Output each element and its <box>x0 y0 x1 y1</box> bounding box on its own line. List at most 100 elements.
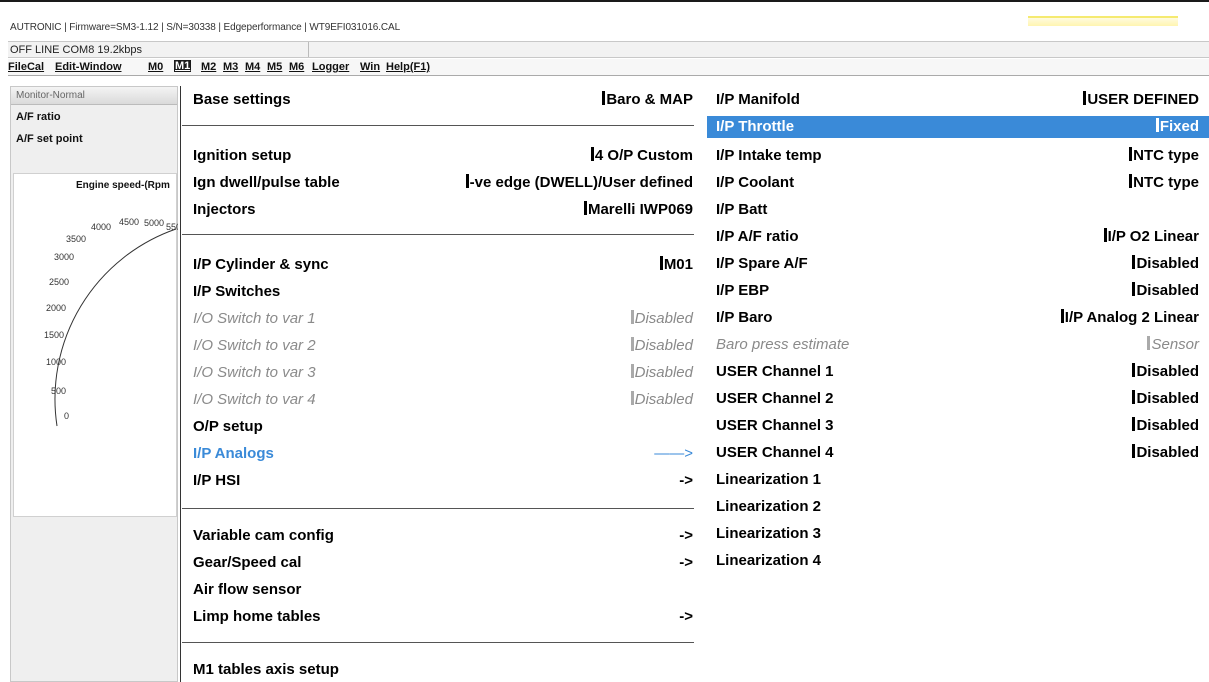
menu-m6[interactable]: M6 <box>289 61 304 73</box>
menu-item-baro-press-estimate[interactable]: Baro press estimate Sensor <box>716 334 1199 356</box>
menu-item-value: Disabled <box>1132 415 1199 437</box>
title-highlight <box>1028 16 1178 26</box>
menu-item-value: 4 O/P Custom <box>590 145 693 167</box>
menu-m5[interactable]: M5 <box>267 61 282 73</box>
menu-item-value-text: -> <box>679 554 693 571</box>
menu-item-i-p-intake-temp[interactable]: I/P Intake temp NTC type <box>716 145 1199 167</box>
menu-item-value: Fixed <box>1155 116 1199 138</box>
title-bar: AUTRONIC | Firmware=SM3-1.12 | S/N=30338… <box>0 2 1209 39</box>
value-marker <box>602 91 606 105</box>
gauge-tick-label: 2500 <box>49 277 69 287</box>
menu-filecal[interactable]: FileCal <box>8 61 44 73</box>
menu-logger[interactable]: Logger <box>312 61 349 73</box>
monitor-header: Monitor-Normal <box>11 87 177 105</box>
menu-item-label: I/P Analogs <box>193 445 274 462</box>
menu-item-i-o-switch-to-var-4[interactable]: I/O Switch to var 4 Disabled <box>193 389 693 411</box>
menu-item-value: -> <box>679 552 693 574</box>
menu-item-gear-speed-cal[interactable]: Gear/Speed cal -> <box>193 552 693 574</box>
gauge-tick-label: 2000 <box>46 303 66 313</box>
menu-item-value: -> <box>679 606 693 628</box>
value-marker <box>630 391 634 405</box>
menu-item-limp-home-tables[interactable]: Limp home tables -> <box>193 606 693 628</box>
menu-item-linearization-4[interactable]: Linearization 4 <box>716 550 1199 572</box>
menu-item-i-p-throttle[interactable]: I/P Throttle Fixed <box>716 116 1199 138</box>
menu-item-label: Injectors <box>193 201 256 218</box>
menu-item-o-p-setup[interactable]: O/P setup <box>193 416 693 438</box>
menu-m3[interactable]: M3 <box>223 61 238 73</box>
menu-m0[interactable]: M0 <box>148 61 163 73</box>
menu-item-label: I/P Manifold <box>716 91 800 108</box>
menu-m4[interactable]: M4 <box>245 61 260 73</box>
menu-item-base-settings[interactable]: Base settings Baro & MAP <box>193 89 693 111</box>
menu-item-i-o-switch-to-var-2[interactable]: I/O Switch to var 2 Disabled <box>193 335 693 357</box>
menu-item-i-p-batt[interactable]: I/P Batt <box>716 199 1199 221</box>
menu-item-air-flow-sensor[interactable]: Air flow sensor <box>193 579 693 601</box>
menu-item-linearization-3[interactable]: Linearization 3 <box>716 523 1199 545</box>
menu-item-value: Baro & MAP <box>602 89 693 111</box>
monitor-item-af-setpoint[interactable]: A/F set point <box>16 133 83 145</box>
gauge-dial: 0 500 1000 1500 2000 2500 3000 3500 4000 4500 5000… <box>44 217 178 427</box>
menu-item-label: I/O Switch to var 1 <box>193 310 316 327</box>
menu-item-value-text: USER DEFINED <box>1087 91 1199 108</box>
menu-item-user-channel-4[interactable]: USER Channel 4 Disabled <box>716 442 1199 464</box>
menu-item-value-text: ——> <box>654 445 693 462</box>
menu-item-i-p-switches[interactable]: I/P Switches <box>193 281 693 303</box>
value-marker <box>583 201 587 215</box>
menu-m1[interactable]: M1 <box>174 60 192 72</box>
menu-item-i-p-manifold[interactable]: I/P Manifold USER DEFINED <box>716 89 1199 111</box>
menu-item-value-text: Disabled <box>1136 444 1199 461</box>
menu-item-value: -> <box>679 525 693 547</box>
menu-item-label: I/P Batt <box>716 201 768 218</box>
menu-item-i-p-analogs[interactable]: I/P Analogs ——> <box>193 443 693 465</box>
menu-m2[interactable]: M2 <box>201 61 216 73</box>
menu-item-value-text: Marelli IWP069 <box>587 201 693 218</box>
menu-item-value-text: -ve edge (DWELL)/User defined <box>469 174 693 191</box>
menu-item-user-channel-1[interactable]: USER Channel 1 Disabled <box>716 361 1199 383</box>
menu-item-variable-cam-config[interactable]: Variable cam config -> <box>193 525 693 547</box>
menu-item-user-channel-3[interactable]: USER Channel 3 Disabled <box>716 415 1199 437</box>
menu-item-i-p-a-f-ratio[interactable]: I/P A/F ratio I/P O2 Linear <box>716 226 1199 248</box>
menu-item-label: Variable cam config <box>193 527 334 544</box>
menu-item-i-p-baro[interactable]: I/P Baro I/P Analog 2 Linear <box>716 307 1199 329</box>
menu-item-label: I/O Switch to var 3 <box>193 364 316 381</box>
menu-item-value-text: 4 O/P Custom <box>594 147 693 164</box>
menu-edit-window[interactable]: Edit-Window <box>55 61 122 73</box>
menu-item-value: Disabled <box>630 308 693 330</box>
menu-item-i-p-ebp[interactable]: I/P EBP Disabled <box>716 280 1199 302</box>
menu-item-value-text: Baro & MAP <box>606 91 693 108</box>
gauge-tick-label: 3000 <box>54 252 74 262</box>
status-bar: OFF LINE COM8 19.2kbps <box>8 41 1209 58</box>
menu-divider <box>182 508 694 509</box>
menu-item-value-text: M01 <box>663 256 693 273</box>
menu-item-i-o-switch-to-var-3[interactable]: I/O Switch to var 3 Disabled <box>193 362 693 384</box>
menu-item-value-text: -> <box>679 527 693 544</box>
menu-win[interactable]: Win <box>360 61 380 73</box>
menu-item-linearization-1[interactable]: Linearization 1 <box>716 469 1199 491</box>
menu-item-injectors[interactable]: Injectors Marelli IWP069 <box>193 199 693 221</box>
menu-item-value: USER DEFINED <box>1083 89 1199 111</box>
menu-item-i-p-cylinder-sync[interactable]: I/P Cylinder & sync M01 <box>193 254 693 276</box>
menu-help[interactable]: Help(F1) <box>386 61 430 73</box>
monitor-item-af-ratio[interactable]: A/F ratio <box>16 111 61 123</box>
menu-item-value-text: Disabled <box>634 364 693 381</box>
menu-item-i-o-switch-to-var-1[interactable]: I/O Switch to var 1 Disabled <box>193 308 693 330</box>
menu-item-label: Gear/Speed cal <box>193 554 302 571</box>
menu-item-user-channel-2[interactable]: USER Channel 2 Disabled <box>716 388 1199 410</box>
menu-item-label: I/P Baro <box>716 309 773 326</box>
value-marker <box>630 337 634 351</box>
menu-item-ignition-setup[interactable]: Ignition setup 4 O/P Custom <box>193 145 693 167</box>
menu-item-i-p-spare-a-f[interactable]: I/P Spare A/F Disabled <box>716 253 1199 275</box>
gauge-tick-label: 0 <box>64 411 69 421</box>
menu-item-i-p-hsi[interactable]: I/P HSI -> <box>193 470 693 492</box>
menu-item-label: I/P Spare A/F <box>716 255 808 272</box>
menu-item-linearization-2[interactable]: Linearization 2 <box>716 496 1199 518</box>
menu-item-value: -> <box>679 470 693 492</box>
menu-item-i-p-coolant[interactable]: I/P Coolant NTC type <box>716 172 1199 194</box>
menu-item-value-text: Disabled <box>634 391 693 408</box>
menu-item-ign-dwell-pulse-table[interactable]: Ign dwell/pulse table -ve edge (DWELL)/Us… <box>193 172 693 194</box>
value-marker <box>465 174 469 188</box>
menu-item-value-text: -> <box>679 472 693 489</box>
value-marker <box>630 364 634 378</box>
menu-item-value-text: Sensor <box>1151 336 1199 353</box>
menu-item-m1-tables-axis-setup[interactable]: M1 tables axis setup <box>193 659 693 681</box>
